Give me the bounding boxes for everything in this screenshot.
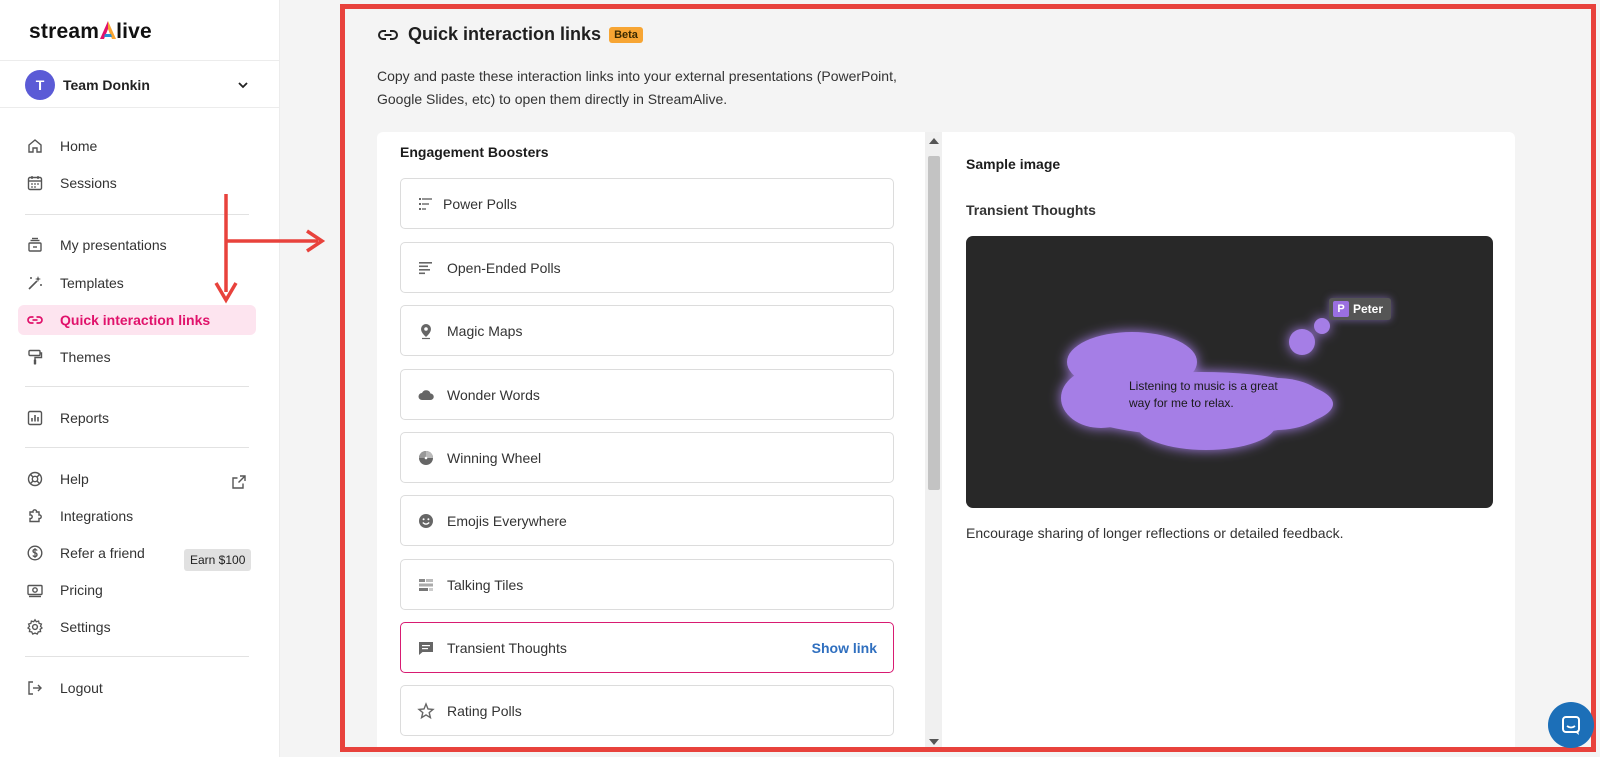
paint-roller-icon (26, 348, 44, 366)
scroll-thumb[interactable] (928, 156, 940, 490)
money-icon (26, 581, 44, 599)
show-link-button[interactable]: Show link (812, 640, 877, 656)
participant-tag: P Peter (1329, 298, 1392, 320)
list-item-magic-maps[interactable]: Magic Maps (400, 305, 894, 356)
divider (25, 656, 249, 657)
link-icon (26, 311, 44, 329)
engagement-boosters-list: Engagement Boosters Power Polls Open-End… (377, 132, 925, 747)
page-header: Quick interaction links Beta (377, 24, 643, 45)
preview-caption: Encourage sharing of longer reflections … (966, 525, 1344, 541)
divider (25, 447, 249, 448)
preview-subheading: Transient Thoughts (966, 202, 1096, 218)
divider (25, 386, 249, 387)
sidebar-item-quick-interaction-links[interactable]: Quick interaction links (18, 305, 256, 335)
list-item-transient-thoughts[interactable]: Transient Thoughts Show link (400, 622, 894, 673)
bar-chart-icon (26, 409, 44, 427)
chat-support-button[interactable] (1548, 702, 1594, 748)
sidebar-item-pricing[interactable]: Pricing (18, 575, 256, 605)
lifebuoy-icon (26, 470, 44, 488)
preview-heading: Sample image (966, 156, 1061, 172)
smiley-icon (417, 512, 435, 530)
scroll-down-arrow-icon[interactable] (929, 739, 939, 745)
streamalive-logo[interactable]: stream live (29, 20, 152, 44)
list-item-open-ended-polls[interactable]: Open-Ended Polls (400, 242, 894, 293)
poll-bars-icon (417, 195, 435, 213)
page-title: Quick interaction links (408, 24, 602, 44)
chat-bubble-icon (417, 639, 435, 657)
home-icon (26, 137, 44, 155)
link-icon (378, 29, 398, 40)
list-item-talking-tiles[interactable]: Talking Tiles (400, 559, 894, 610)
cloud-thought-text: Listening to music is a great way for me… (1129, 379, 1278, 410)
scroll-up-arrow-icon[interactable] (929, 138, 939, 144)
divider (0, 60, 280, 61)
sidebar-item-my-presentations[interactable]: My presentations (18, 230, 256, 260)
calendar-icon (26, 174, 44, 192)
magic-wand-icon (26, 274, 44, 292)
logo-a-mark-icon (100, 21, 117, 39)
puzzle-icon (26, 507, 44, 525)
participant-initial: P (1333, 301, 1349, 317)
thought-cloud-illustration (1061, 318, 1333, 450)
earn-badge[interactable]: Earn $100 (184, 549, 252, 571)
text-lines-icon (417, 259, 435, 277)
logout-icon (26, 679, 44, 697)
cloud-icon (417, 386, 435, 404)
sidebar-item-themes[interactable]: Themes (18, 342, 256, 372)
sidebar-item-home[interactable]: Home (18, 131, 256, 161)
participant-name: Peter (1353, 302, 1384, 316)
sidebar-item-settings[interactable]: Settings (18, 612, 256, 642)
list-item-wonder-words[interactable]: Wonder Words (400, 369, 894, 420)
sample-preview-panel: Sample image Transient Thoughts Listenin… (942, 132, 1515, 747)
external-link-icon[interactable] (231, 474, 247, 490)
beta-badge: Beta (609, 26, 643, 43)
avatar: T (25, 70, 55, 100)
sidebar-item-help[interactable]: Help (18, 464, 256, 494)
sidebar-item-sessions[interactable]: Sessions (18, 168, 256, 198)
list-item-power-polls[interactable]: Power Polls (400, 178, 894, 229)
list-scrollbar[interactable] (925, 132, 942, 747)
list-item-rating-polls[interactable]: Rating Polls (400, 685, 894, 736)
sidebar-item-integrations[interactable]: Integrations (18, 501, 256, 531)
team-switcher[interactable]: T Team Donkin (25, 70, 250, 100)
star-icon (417, 701, 435, 720)
sidebar-item-templates[interactable]: Templates (18, 268, 256, 298)
gear-icon (26, 618, 44, 636)
wheel-icon (417, 449, 435, 467)
chevron-down-icon (238, 82, 248, 89)
tiles-icon (417, 576, 435, 594)
sidebar-item-logout[interactable]: Logout (18, 673, 256, 703)
sidebar: stream live T Team Donkin Home Sessions … (0, 0, 280, 757)
list-header: Engagement Boosters (400, 144, 549, 160)
chat-icon (1562, 716, 1580, 735)
page-description: Copy and paste these interaction links i… (377, 68, 897, 107)
list-item-winning-wheel[interactable]: Winning Wheel (400, 432, 894, 483)
list-item-emojis-everywhere[interactable]: Emojis Everywhere (400, 495, 894, 546)
sample-image: Listening to music is a great way for me… (966, 236, 1493, 508)
presentation-stack-icon (26, 236, 44, 254)
map-pin-icon (417, 322, 435, 340)
sidebar-item-reports[interactable]: Reports (18, 403, 256, 433)
divider (25, 214, 249, 215)
team-name: Team Donkin (63, 77, 150, 93)
dollar-coin-icon (26, 544, 44, 562)
divider (0, 107, 280, 108)
